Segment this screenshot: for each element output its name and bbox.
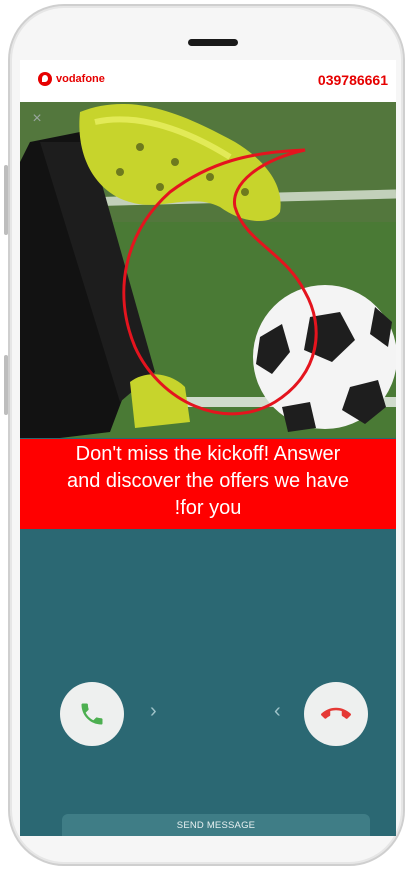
phone-frame: vodafone 039786661 × Don't miss the kick… [8, 4, 405, 866]
promo-banner: Don't miss the kickoff! Answer and disco… [20, 439, 396, 529]
hero-image: × [20, 102, 396, 438]
banner-line-2: and discover the offers we have [66, 470, 350, 492]
decline-call-button[interactable] [304, 682, 368, 746]
vodafone-logo-icon [38, 72, 52, 86]
arrow-left-icon: ‹ [274, 700, 281, 722]
phone-icon [81, 703, 103, 725]
speaker-grille [188, 39, 238, 46]
brand-name: vodafone [56, 73, 105, 85]
caller-number: 039786661 [317, 72, 388, 88]
send-message-button[interactable]: SEND MESSAGE [62, 814, 370, 836]
volume-down-button [4, 355, 8, 415]
arrow-right-icon: › [150, 700, 157, 722]
banner-line-3: !for you [174, 497, 242, 519]
screen: vodafone 039786661 × Don't miss the kick… [20, 60, 396, 836]
top-bar: vodafone 039786661 [20, 60, 396, 102]
brand: vodafone [38, 72, 105, 86]
volume-up-button [4, 165, 8, 235]
close-icon[interactable]: × [28, 110, 46, 128]
phone-hangup-icon [321, 707, 351, 719]
banner-line-1: Don't miss the kickoff! Answer [75, 443, 341, 465]
accept-call-button[interactable] [60, 682, 124, 746]
soccer-illustration [20, 102, 396, 438]
